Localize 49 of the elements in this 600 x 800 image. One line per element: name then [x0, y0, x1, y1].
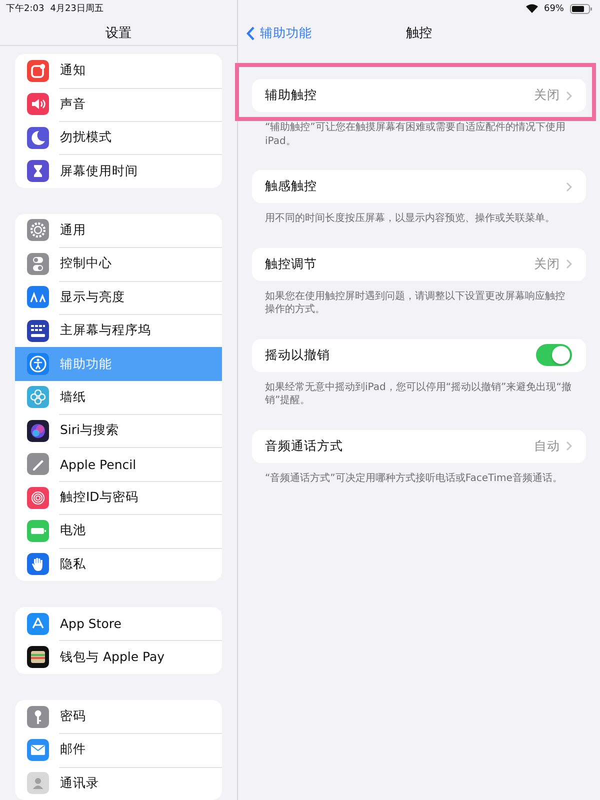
settings-item[interactable]: 主屏幕与程序坞	[15, 314, 222, 348]
settings-item[interactable]: 通知	[15, 54, 222, 88]
settings-item[interactable]: 墙纸	[15, 380, 222, 414]
toggle-switch[interactable]	[536, 344, 572, 366]
setting-label: 辅助触控	[265, 87, 318, 104]
settings-item[interactable]: 邮件	[15, 733, 222, 767]
setting-description: “音频通话方式”可决定用哪种方式接听电话或FaceTime音频通话。	[264, 472, 564, 485]
setting-label: 触感触控	[265, 178, 318, 195]
settings-item[interactable]: Siri与搜索	[15, 414, 222, 448]
setting-label: 摇动以撤销	[265, 346, 331, 364]
settings-item[interactable]: Apple Pencil	[15, 447, 222, 481]
setting-description: “辅助触控”可让您在触摸屏幕有困难或需要自适应配件的情况下使用iPad。	[264, 120, 566, 148]
settings-item[interactable]: 显示与亮度	[15, 280, 222, 314]
setting-label: 音频通话方式	[265, 438, 344, 454]
chevron-icon	[566, 90, 572, 100]
settings-item[interactable]: 密码	[15, 700, 222, 734]
chevron-icon	[566, 259, 572, 269]
setting-row[interactable]: 辅助触控 关闭	[252, 79, 586, 112]
settings-item[interactable]: 钱包与 Apple Pay	[15, 640, 222, 674]
page-title: 触控	[406, 25, 432, 42]
back-chevron-icon	[246, 26, 255, 41]
battery-icon	[570, 4, 592, 14]
status-date: 4月23日周五	[50, 3, 104, 15]
settings-item[interactable]: App Store	[15, 607, 222, 640]
setting-row[interactable]: 触控调节 关闭	[252, 248, 586, 280]
settings-item[interactable]: 电池	[15, 514, 222, 548]
setting-value: 关闭	[534, 256, 560, 272]
settings-item[interactable]: 通讯录	[15, 766, 222, 800]
back-button[interactable]: 辅助功能	[246, 25, 312, 42]
chevron-icon	[566, 182, 572, 192]
setting-description: 如果您在使用触控屏时遇到问题，请调整以下设置更改屏幕响应触控操作的方式。	[264, 290, 566, 316]
setting-description: 如果经常无意中摇动到iPad，您可以停用“摇动以撤销”来避免出现“撤销”提醒。	[264, 380, 572, 408]
setting-label: 触控调节	[265, 256, 318, 272]
settings-item[interactable]: 触控ID与密码	[15, 480, 222, 514]
setting-description: 用不同的时间长度按压屏幕，以显示内容预览、操作或关联菜单。	[264, 212, 556, 226]
wifi-icon	[526, 4, 538, 13]
settings-item[interactable]: 隐私	[15, 548, 222, 582]
settings-item[interactable]: 声音	[15, 88, 222, 121]
chevron-icon	[566, 441, 572, 451]
battery-percent: 69%	[544, 4, 564, 14]
setting-value: 自动	[534, 438, 560, 454]
setting-value: 关闭	[534, 87, 560, 104]
setting-row[interactable]: 触感触控	[252, 170, 586, 203]
settings-item[interactable]: 屏幕使用时间	[15, 154, 222, 188]
status-time: 下午2:03	[6, 2, 44, 15]
settings-item[interactable]: 通用	[15, 214, 222, 248]
settings-item[interactable]: 勿扰模式	[15, 120, 222, 154]
settings-item[interactable]: 控制中心	[15, 247, 222, 281]
setting-row[interactable]: 音频通话方式 自动	[252, 430, 586, 462]
